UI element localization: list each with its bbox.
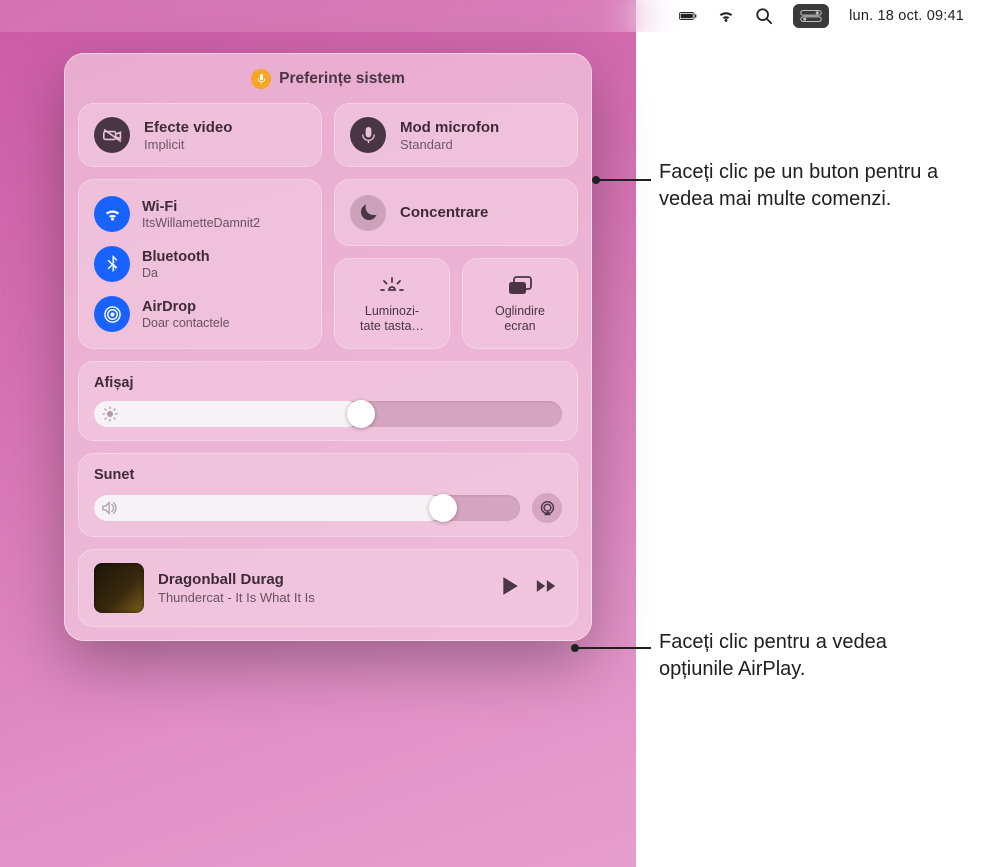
mic-mode-subtitle: Standard — [400, 137, 499, 152]
artist-album: Thundercat - It Is What It Is — [158, 590, 486, 605]
video-effects-tile[interactable]: Efecte video Implicit — [78, 103, 322, 167]
mic-mode-title: Mod microfon — [400, 119, 499, 136]
display-slider[interactable] — [94, 401, 562, 427]
keyboard-brightness-label: Luminozi- tate tasta… — [360, 304, 424, 333]
control-center-panel: Preferințe sistem Efecte video Implicit … — [64, 53, 592, 641]
bluetooth-item[interactable]: Bluetooth Da — [92, 239, 308, 289]
airdrop-title: AirDrop — [142, 299, 230, 315]
focus-tile[interactable]: Concentrare — [334, 179, 578, 246]
screen-mirroring-label: Oglindire ecran — [495, 304, 545, 333]
cc-header-title: Preferințe sistem — [279, 70, 405, 88]
bluetooth-title: Bluetooth — [142, 249, 210, 265]
spotlight-icon[interactable] — [755, 7, 773, 25]
battery-icon[interactable] — [679, 7, 697, 25]
keyboard-brightness-icon — [380, 274, 404, 298]
video-effects-title: Efecte video — [144, 119, 232, 136]
now-playing-tile[interactable]: Dragonball Durag Thundercat - It Is What… — [78, 549, 578, 627]
screen-mirroring-tile[interactable]: Oglindire ecran — [462, 258, 578, 349]
connectivity-tile: Wi-Fi ItsWillametteDamnit2 Bluetooth Da — [78, 179, 322, 349]
wifi-icon — [94, 196, 130, 232]
wifi-subtitle: ItsWillametteDamnit2 — [142, 216, 260, 230]
wifi-title: Wi-Fi — [142, 199, 260, 215]
microphone-icon — [350, 117, 386, 153]
bluetooth-subtitle: Da — [142, 266, 210, 280]
mic-mode-tile[interactable]: Mod microfon Standard — [334, 103, 578, 167]
control-center-icon[interactable] — [793, 4, 829, 28]
wifi-icon[interactable] — [717, 7, 735, 25]
airdrop-icon — [94, 296, 130, 332]
callout-airplay: Faceți clic pentru a vedea opțiunile Air… — [659, 629, 959, 683]
menubar: lun. 18 oct. 09:41 — [0, 0, 982, 32]
wifi-item[interactable]: Wi-Fi ItsWillametteDamnit2 — [92, 189, 308, 239]
callout-more-controls: Faceți clic pe un buton pentru a vedea m… — [659, 159, 959, 213]
display-tile: Afișaj — [78, 361, 578, 441]
album-art — [94, 563, 144, 613]
airdrop-item[interactable]: AirDrop Doar contactele — [92, 289, 308, 339]
sound-tile: Sunet — [78, 453, 578, 537]
focus-title: Concentrare — [400, 204, 488, 221]
play-button[interactable] — [500, 576, 520, 601]
bluetooth-icon — [94, 246, 130, 282]
clock[interactable]: lun. 18 oct. 09:41 — [849, 8, 964, 24]
speaker-icon — [102, 500, 118, 516]
screen-mirroring-icon — [508, 274, 532, 298]
mic-indicator-icon — [251, 69, 271, 89]
sound-slider[interactable] — [94, 495, 520, 521]
track-title: Dragonball Durag — [158, 571, 486, 588]
callout-line — [599, 179, 651, 181]
airplay-audio-button[interactable] — [532, 493, 562, 523]
moon-icon — [350, 195, 386, 231]
keyboard-brightness-tile[interactable]: Luminozi- tate tasta… — [334, 258, 450, 349]
sound-title: Sunet — [94, 467, 562, 483]
display-title: Afișaj — [94, 375, 562, 391]
video-effects-subtitle: Implicit — [144, 137, 232, 152]
cc-header: Preferințe sistem — [78, 69, 578, 89]
video-off-icon — [94, 117, 130, 153]
sun-icon — [102, 406, 118, 422]
airdrop-subtitle: Doar contactele — [142, 316, 230, 330]
next-button[interactable] — [536, 576, 556, 601]
callout-line — [578, 647, 651, 649]
